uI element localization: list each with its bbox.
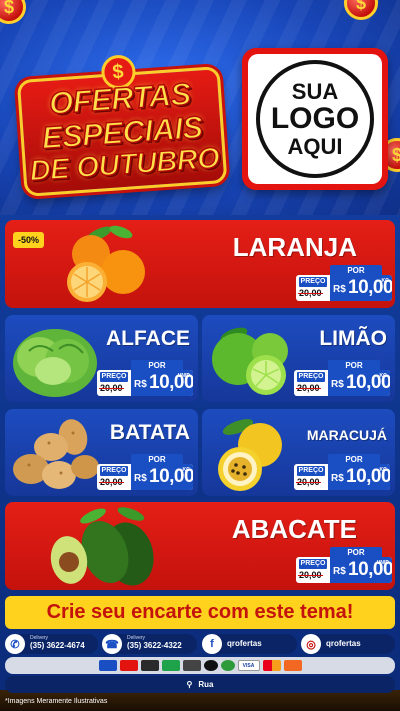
preco-label: PREÇO (100, 372, 128, 382)
new-price-box: R$ 10,00 KG (330, 275, 392, 301)
new-price-box: R$ 10,00 UNID (330, 557, 392, 583)
card-icon (161, 660, 180, 671)
logo-text-2: LOGO (270, 102, 360, 136)
product-name: ALFACE (106, 327, 190, 350)
price-tag: POR PREÇO 20,00 R$ 10,00 KG (294, 454, 390, 492)
logo-circle: SUA LOGO AQUI (256, 60, 374, 178)
contact-number: (35) 3622-4674 (30, 641, 85, 650)
old-price: 20,00 (298, 570, 323, 580)
contact-number: (35) 3622-4322 (127, 641, 182, 650)
unit-label: UNID (177, 373, 190, 379)
product-name: BATATA (109, 421, 190, 444)
unit-label: KG (182, 467, 191, 473)
new-price-box: R$ 10,00 KG (131, 464, 193, 490)
address-text: Rua (198, 680, 214, 689)
card-icon (220, 660, 235, 671)
price-tag: POR PREÇO 20,00 R$ 10,00 KG (294, 360, 390, 398)
instagram-icon: ◎ (301, 634, 321, 654)
preco-label: PREÇO (297, 466, 325, 476)
contact-facebook[interactable]: f qrofertas (202, 634, 297, 654)
product-name: LARANJA (232, 232, 357, 262)
card-icon (182, 660, 201, 671)
preco-label: PREÇO (299, 277, 327, 287)
price-box: PREÇO 20,00 R$ 10,00 KG (294, 464, 390, 490)
new-price-box: R$ 10,00 KG (328, 370, 390, 396)
avocado-image (50, 507, 154, 586)
logo-text-3: AQUI (287, 133, 343, 159)
disclaimer-text: *Imagens Meramente Ilustrativas (5, 698, 108, 705)
price-tag: POR PREÇO 20,00 R$ 10,00 UNID (296, 547, 392, 585)
contact-whatsapp[interactable]: ✆ Delivery (35) 3622-4674 (5, 634, 98, 654)
unit-label: KG (381, 278, 390, 284)
logo-frame: SUA LOGO AQUI (248, 54, 382, 184)
logo-placeholder: SUA LOGO AQUI (242, 48, 388, 190)
contact-instagram[interactable]: ◎ qrofertas (301, 634, 395, 654)
lime-image (212, 327, 288, 395)
preco-label: PREÇO (297, 372, 325, 382)
price-box: PREÇO 20,00 R$ 10,00 UNID (97, 370, 193, 396)
new-price-box: R$ 10,00 UNID (131, 370, 193, 396)
new-price-box: R$ 10,00 KG (328, 464, 390, 490)
price-box: PREÇO 20,00 R$ 10,00 KG (97, 464, 193, 490)
price-box: PREÇO 20,00 R$ 10,00 KG (294, 370, 390, 396)
phone-icon: ☎ (102, 634, 122, 654)
card-icon (98, 660, 117, 671)
logo-text-1: SUA (291, 79, 339, 105)
card-icon (119, 660, 138, 671)
price-tag: POR PREÇO 20,00 R$ 10,00 KG (296, 265, 392, 303)
lettuce-image (13, 329, 97, 397)
discount-badge: -50% (13, 232, 45, 248)
product-card-laranja: -50% LARANJA POR PREÇO 20,00 R$ 10,00 KG (5, 220, 395, 308)
card-icon (203, 660, 218, 671)
promo-title: $ OFERTAS ESPECIAIS DE OUTUBRO (10, 48, 234, 198)
product-card-abacate: ABACATE POR PREÇO 20,00 R$ 10,00 UNID (5, 502, 395, 590)
product-name: ABACATE (231, 514, 357, 544)
instagram-handle: qrofertas (326, 639, 361, 648)
passion-fruit-image (218, 419, 282, 491)
cta-banner[interactable]: Crie seu encarte com este tema! (5, 596, 395, 629)
unit-label: KG (379, 467, 388, 473)
price-box: PREÇO 20,00 R$ 10,00 UNID (296, 557, 392, 583)
card-icon (283, 660, 302, 671)
old-price: 20,00 (298, 288, 323, 298)
unit-label: UNID (376, 560, 389, 566)
product-card-maracuja: MARACUJÁ POR PREÇO 20,00 R$ 10,00 KG (202, 409, 395, 496)
card-icon (140, 660, 159, 671)
facebook-handle: qrofertas (227, 639, 262, 648)
contact-phone[interactable]: ☎ Delivery (35) 3622-4322 (102, 634, 197, 654)
currency: R$ (333, 284, 346, 295)
product-name: MARACUJÁ (306, 427, 387, 443)
unit-label: KG (379, 373, 388, 379)
product-card-limao: LIMÃO POR PREÇO 20,00 R$ 10,00 KG (202, 315, 395, 402)
preco-label: PREÇO (299, 559, 327, 569)
flyer: $ $ $ $ OFERTAS ESPECIAIS DE OUTUBRO SUA… (0, 0, 400, 711)
header-banner: $ $ $ $ OFERTAS ESPECIAIS DE OUTUBRO SUA… (0, 0, 400, 215)
payment-methods: VISA (5, 657, 395, 674)
potato-image (13, 419, 99, 489)
old-price: 20,00 (296, 477, 321, 487)
product-card-batata: BATATA POR PREÇO 20,00 R$ 10,00 KG (5, 409, 198, 496)
mastercard-icon (262, 660, 281, 671)
address-bar[interactable]: ⚲ Rua (5, 676, 395, 693)
old-price: 20,00 (296, 383, 321, 393)
facebook-icon: f (202, 634, 222, 654)
currency: R$ (333, 566, 346, 577)
currency: R$ (134, 473, 147, 484)
currency: R$ (134, 379, 147, 390)
currency: R$ (331, 379, 344, 390)
location-pin-icon: ⚲ (186, 680, 193, 689)
product-name: LIMÃO (319, 327, 387, 350)
old-price: 20,00 (99, 477, 124, 487)
product-card-alface: ALFACE POR PREÇO 20,00 R$ 10,00 UNID (5, 315, 198, 402)
orange-image (67, 225, 145, 302)
visa-icon: VISA (237, 660, 260, 671)
currency: R$ (331, 473, 344, 484)
preco-label: PREÇO (100, 466, 128, 476)
old-price: 20,00 (99, 383, 124, 393)
price-box: PREÇO 20,00 R$ 10,00 KG (296, 275, 392, 301)
price-tag: POR PREÇO 20,00 R$ 10,00 KG (97, 454, 193, 492)
whatsapp-icon: ✆ (5, 634, 25, 654)
price-tag: POR PREÇO 20,00 R$ 10,00 UNID (97, 360, 193, 398)
